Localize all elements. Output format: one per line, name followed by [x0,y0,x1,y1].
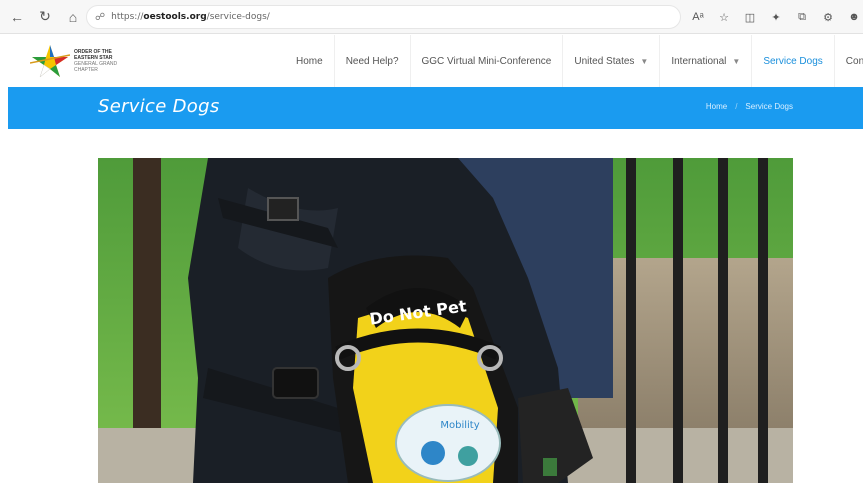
address-bar[interactable]: ☍ https://oestools.org/service-dogs/ [86,5,681,29]
breadcrumb-current: Service Dogs [745,102,793,111]
site-logo[interactable]: ORDER OF THE EASTERN STAR GENERAL GRAND … [30,42,130,80]
logo-text: ORDER OF THE EASTERN STAR GENERAL GRAND … [74,49,118,73]
service-dog-photo: Do Not Pet www.ActiveDogs.com Mobility [98,158,793,483]
chevron-down-icon: ▼ [732,56,741,66]
nav-need-help[interactable]: Need Help? [333,35,410,87]
service-dog-illustration: Do Not Pet www.ActiveDogs.com Mobility [98,158,793,483]
url-domain: oestools.org [143,12,207,22]
refresh-icon[interactable]: ↻ [34,6,56,28]
url-prefix: https:// [111,12,144,22]
favorite-star-icon[interactable]: ☆ [715,8,733,26]
site-header: ORDER OF THE EASTERN STAR GENERAL GRAND … [0,35,863,87]
chevron-down-icon: ▼ [640,56,649,66]
lock-icon: ☍ [95,11,106,23]
collections-icon[interactable]: ⧉ [793,8,811,26]
home-icon[interactable]: ⌂ [62,6,84,28]
page-title-band: Service Dogs Home / Service Dogs [8,87,863,129]
back-arrow-icon[interactable]: ← [6,6,28,28]
nav-home[interactable]: Home [285,35,334,87]
favorites-bar-icon[interactable]: ✦ [767,8,785,26]
breadcrumb: Home / Service Dogs [706,102,793,111]
browser-toolbar: ← ↻ ⌂ ☍ https://oestools.org/service-dog… [0,0,863,34]
nav-united-states[interactable]: United States ▼ [562,35,659,87]
nav-service-dogs[interactable]: Service Dogs [751,35,833,87]
nav-ggc-virtual-mini-conference[interactable]: GGC Virtual Mini-Conference [409,35,563,87]
url-path: /service-dogs/ [206,12,270,22]
main-navigation: Home Need Help? GGC Virtual Mini-Confere… [285,35,863,87]
extensions-icon[interactable]: ⚙ [819,8,837,26]
breadcrumb-separator: / [735,102,738,111]
nav-international[interactable]: International ▼ [659,35,751,87]
mobility-tag-text: Mobility [440,420,479,431]
read-aloud-icon[interactable]: Aᵃ [689,8,707,26]
nav-contact-us[interactable]: Contact U [833,35,863,87]
profile-icon[interactable]: ☻ [845,8,863,26]
page-title: Service Dogs [98,96,220,117]
breadcrumb-home-link[interactable]: Home [706,102,727,111]
split-screen-icon[interactable]: ◫ [741,8,759,26]
eastern-star-logo-icon [30,45,70,78]
